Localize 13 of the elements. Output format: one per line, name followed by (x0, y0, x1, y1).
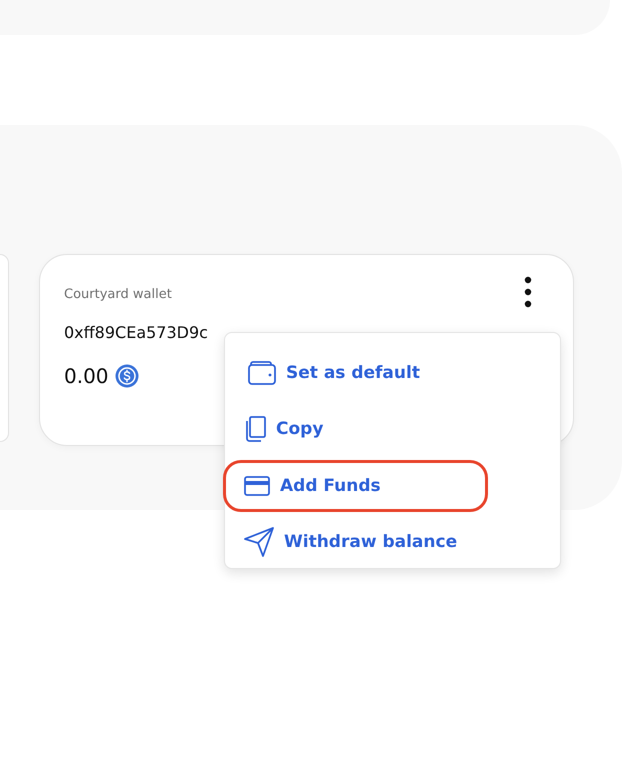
menu-item[interactable]: Withdraw balance (223, 516, 488, 568)
menu-item[interactable]: Set as default (223, 347, 523, 400)
menu-item[interactable]: Copy (223, 403, 488, 456)
copy-icon (244, 416, 266, 442)
credit-card-icon (244, 476, 270, 496)
wallet-icon (248, 361, 276, 386)
wallet-address: 0xff89CEa573D9c (64, 323, 209, 342)
menu-item[interactable]: Add Funds (223, 460, 488, 512)
balance-amount: 0.00 (64, 364, 109, 388)
send-icon (244, 526, 274, 557)
more-options-icon[interactable] (524, 276, 532, 308)
wallet-name: Courtyard wallet (64, 287, 172, 302)
coin-icon (114, 364, 139, 388)
